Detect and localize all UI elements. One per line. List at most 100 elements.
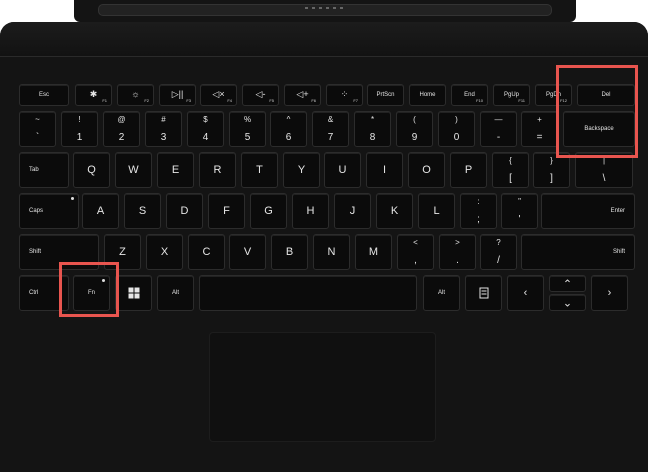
key-s[interactable]: S bbox=[124, 193, 161, 229]
key-pgup[interactable]: PgUp F11 bbox=[493, 84, 530, 106]
highlight-box-del-backspace bbox=[556, 65, 638, 158]
key-tilde[interactable]: ~ ` bbox=[19, 111, 56, 147]
key-prtscn[interactable]: PrtScn bbox=[367, 84, 404, 106]
key-i[interactable]: I bbox=[366, 152, 403, 188]
key-equals-shift-label: + bbox=[537, 115, 542, 124]
key-n0[interactable]: ) 0 bbox=[438, 111, 475, 147]
key-down[interactable]: ⌄ bbox=[549, 294, 586, 311]
key-x[interactable]: X bbox=[146, 234, 183, 270]
key-period[interactable]: >. bbox=[439, 234, 476, 270]
key-comma-shift-label: < bbox=[413, 238, 418, 247]
key-j-label: J bbox=[349, 205, 356, 217]
key-n4[interactable]: $4 bbox=[187, 111, 224, 147]
key-n2-shift-label: @ bbox=[117, 115, 126, 124]
key-t[interactable]: T bbox=[241, 152, 278, 188]
menu-icon bbox=[479, 287, 488, 299]
key-home[interactable]: Home bbox=[409, 84, 446, 106]
key-r-label: R bbox=[213, 164, 222, 176]
key-f6[interactable]: ◁+ F6 bbox=[284, 84, 321, 106]
key-a[interactable]: A bbox=[82, 193, 119, 229]
key-f4[interactable]: ◁× F4 bbox=[200, 84, 237, 106]
key-left[interactable]: ‹ bbox=[507, 275, 544, 311]
key-e[interactable]: E bbox=[157, 152, 194, 188]
key-o-label: O bbox=[422, 164, 431, 176]
key-enter[interactable]: Enter bbox=[541, 193, 635, 229]
key-f[interactable]: F bbox=[208, 193, 245, 229]
key-w[interactable]: W bbox=[115, 152, 152, 188]
key-f6-fn-label: F6 bbox=[311, 98, 316, 103]
key-lbrace[interactable]: {[ bbox=[492, 152, 529, 188]
key-n7[interactable]: & 7 bbox=[312, 111, 349, 147]
key-f4-fn-label: F4 bbox=[227, 98, 232, 103]
key-l-label: L bbox=[433, 205, 440, 217]
key-l[interactable]: L bbox=[418, 193, 455, 229]
key-menu[interactable] bbox=[465, 275, 502, 311]
key-p[interactable]: P bbox=[450, 152, 487, 188]
key-u[interactable]: U bbox=[324, 152, 361, 188]
key-n[interactable]: N bbox=[313, 234, 350, 270]
key-minus[interactable]: — - bbox=[480, 111, 517, 147]
key-win[interactable] bbox=[115, 275, 152, 311]
key-n7-shift-label: & bbox=[327, 115, 334, 124]
key-g[interactable]: G bbox=[250, 193, 287, 229]
key-f3-fn-label: F3 bbox=[186, 98, 191, 103]
key-n2-label: 2 bbox=[118, 132, 125, 143]
key-semicolon-shift-label: : bbox=[477, 197, 480, 206]
key-q[interactable]: Q bbox=[73, 152, 110, 188]
key-tab-label: Tab bbox=[29, 167, 39, 173]
key-k[interactable]: K bbox=[376, 193, 413, 229]
key-n6[interactable]: ^ 6 bbox=[270, 111, 307, 147]
key-f2[interactable]: ☼ F2 bbox=[117, 84, 154, 106]
key-tab[interactable]: Tab bbox=[19, 152, 69, 188]
key-f5[interactable]: ◁- F5 bbox=[242, 84, 279, 106]
key-n8-shift-label: * bbox=[370, 115, 375, 124]
key-x-label: X bbox=[160, 246, 169, 258]
key-d[interactable]: D bbox=[166, 193, 203, 229]
key-end[interactable]: End F10 bbox=[451, 84, 488, 106]
key-o[interactable]: O bbox=[408, 152, 445, 188]
key-ralt[interactable]: Alt bbox=[423, 275, 460, 311]
key-semicolon[interactable]: :; bbox=[460, 193, 497, 229]
trackpad[interactable] bbox=[209, 332, 436, 442]
key-y[interactable]: Y bbox=[283, 152, 320, 188]
device-hinge-spine bbox=[74, 0, 576, 22]
key-comma[interactable]: <, bbox=[397, 234, 434, 270]
key-n9-label: 9 bbox=[411, 132, 418, 143]
key-h-label: H bbox=[306, 205, 315, 217]
key-equals[interactable]: + = bbox=[521, 111, 558, 147]
key-space[interactable] bbox=[199, 275, 417, 311]
key-up-label: ⌃ bbox=[562, 278, 573, 290]
key-n9[interactable]: (9 bbox=[396, 111, 433, 147]
key-f1[interactable]: ✱ F1 bbox=[75, 84, 112, 106]
key-n1-shift-label: ! bbox=[78, 115, 81, 124]
key-c[interactable]: C bbox=[188, 234, 225, 270]
key-r[interactable]: R bbox=[199, 152, 236, 188]
windows-icon bbox=[128, 287, 139, 299]
key-j[interactable]: J bbox=[334, 193, 371, 229]
key-lalt[interactable]: Alt bbox=[157, 275, 194, 311]
key-h[interactable]: H bbox=[292, 193, 329, 229]
key-esc-label: Esc bbox=[38, 92, 49, 98]
key-up[interactable]: ⌃ bbox=[549, 275, 586, 292]
key-v[interactable]: V bbox=[229, 234, 266, 270]
key-slash-shift-label: ? bbox=[496, 238, 501, 247]
key-b-label: B bbox=[285, 246, 294, 258]
key-f7[interactable]: ⁘ F7 bbox=[326, 84, 363, 106]
key-n7-label: 7 bbox=[327, 132, 334, 143]
key-quote[interactable]: " ' bbox=[501, 193, 538, 229]
key-b[interactable]: B bbox=[271, 234, 308, 270]
key-n8[interactable]: * 8 bbox=[354, 111, 391, 147]
key-tilde-shift-label: ~ bbox=[35, 115, 40, 124]
key-n3[interactable]: #3 bbox=[145, 111, 182, 147]
key-quote-label: ' bbox=[518, 214, 521, 225]
key-n5[interactable]: % 5 bbox=[229, 111, 266, 147]
key-esc[interactable]: Esc bbox=[19, 84, 69, 106]
key-n1[interactable]: ! 1 bbox=[61, 111, 98, 147]
key-m[interactable]: M bbox=[355, 234, 392, 270]
key-f3[interactable]: ▷|| F3 bbox=[159, 84, 196, 106]
key-n2[interactable]: @2 bbox=[103, 111, 140, 147]
key-caps[interactable]: Caps bbox=[19, 193, 79, 229]
key-rshift[interactable]: Shift bbox=[521, 234, 635, 270]
key-slash[interactable]: ? / bbox=[480, 234, 517, 270]
key-right[interactable]: › bbox=[591, 275, 628, 311]
